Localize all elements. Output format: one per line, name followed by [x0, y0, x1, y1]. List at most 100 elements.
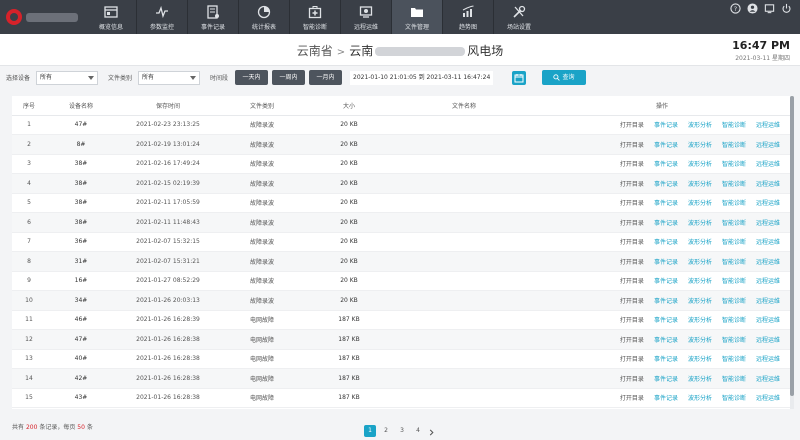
nav-item-tools[interactable]: 场站设置 — [494, 0, 544, 34]
row-action-3[interactable]: 智能诊断 — [722, 198, 746, 207]
row-action-1[interactable]: 事件记录 — [654, 237, 678, 246]
row-action-0[interactable]: 打开目录 — [620, 237, 644, 246]
row-action-1[interactable]: 事件记录 — [654, 257, 678, 266]
row-action-3[interactable]: 智能诊断 — [722, 179, 746, 188]
row-action-2[interactable]: 波形分析 — [688, 393, 712, 402]
nav-item-event-log[interactable]: 事件记录 — [188, 0, 238, 34]
table-row[interactable]: 8 31# 2021-02-07 15:31:21 故障录波 20 KB 打开目录 事件记录… — [12, 251, 790, 272]
nav-item-overview[interactable]: 概览信息 — [86, 0, 136, 34]
row-action-3[interactable]: 智能诊断 — [722, 296, 746, 305]
table-row[interactable]: 12 47# 2021-01-26 16:28:38 电网故障 187 KB 打开目录 事件… — [12, 329, 790, 350]
table-row[interactable]: 6 38# 2021-02-11 11:48:43 故障录波 20 KB 打开目录 事件记录… — [12, 212, 790, 233]
row-action-2[interactable]: 波形分析 — [688, 179, 712, 188]
row-action-1[interactable]: 事件记录 — [654, 159, 678, 168]
table-row[interactable]: 1 47# 2021-02-23 23:13:25 故障录波 20 KB 打开目录 事件记录… — [12, 115, 790, 135]
row-action-1[interactable]: 事件记录 — [654, 393, 678, 402]
row-action-0[interactable]: 打开目录 — [620, 296, 644, 305]
row-action-0[interactable]: 打开目录 — [620, 218, 644, 227]
row-action-4[interactable]: 远程运维 — [756, 120, 780, 129]
row-action-1[interactable]: 事件记录 — [654, 218, 678, 227]
row-action-4[interactable]: 远程运维 — [756, 257, 780, 266]
row-action-0[interactable]: 打开目录 — [620, 179, 644, 188]
row-action-2[interactable]: 波形分析 — [688, 296, 712, 305]
user-icon[interactable] — [747, 3, 758, 14]
row-action-2[interactable]: 波形分析 — [688, 276, 712, 285]
nav-item-folder[interactable]: 文件管理 — [392, 0, 442, 34]
table-row[interactable]: 5 38# 2021-02-11 17:05:59 故障录波 20 KB 打开目录 事件记录… — [12, 193, 790, 213]
row-action-1[interactable]: 事件记录 — [654, 179, 678, 188]
row-action-4[interactable]: 远程运维 — [756, 374, 780, 383]
row-action-2[interactable]: 波形分析 — [688, 374, 712, 383]
row-action-0[interactable]: 打开目录 — [620, 315, 644, 324]
date-range-input[interactable]: 2021-01-10 21:01:05 到 2021-03-11 16:47:2… — [350, 71, 494, 85]
page-button-4[interactable]: 4 — [412, 425, 424, 437]
row-action-2[interactable]: 波形分析 — [688, 335, 712, 344]
one-month-button[interactable]: 一月内 — [309, 70, 342, 85]
row-action-4[interactable]: 远程运维 — [756, 393, 780, 402]
nav-item-trend-chart[interactable]: 趋势图 — [443, 0, 493, 34]
device-select[interactable]: 所有 — [36, 71, 98, 85]
province-name[interactable]: 云南省 — [297, 44, 333, 58]
table-row[interactable]: 3 38# 2021-02-16 17:49:24 故障录波 20 KB 打开目录 事件记录… — [12, 154, 790, 174]
table-row[interactable]: 10 34# 2021-01-26 20:03:13 故障录波 20 KB 打开目录 事件记… — [12, 290, 790, 311]
row-action-2[interactable]: 波形分析 — [688, 237, 712, 246]
page-button-1[interactable]: 1 — [364, 424, 376, 437]
table-row[interactable]: 7 36# 2021-02-07 15:32:15 故障录波 20 KB 打开目录 事件记录… — [12, 232, 790, 252]
scrollbar-track[interactable] — [790, 96, 794, 409]
row-action-4[interactable]: 远程运维 — [756, 354, 780, 363]
row-action-1[interactable]: 事件记录 — [654, 374, 678, 383]
row-action-3[interactable]: 智能诊断 — [722, 335, 746, 344]
table-row[interactable]: 4 38# 2021-02-15 02:19:39 故障录波 20 KB 打开目录 事件记录… — [12, 173, 790, 194]
row-action-0[interactable]: 打开目录 — [620, 159, 644, 168]
file-type-select[interactable]: 所有 — [138, 71, 200, 85]
row-action-4[interactable]: 远程运维 — [756, 159, 780, 168]
row-action-3[interactable]: 智能诊断 — [722, 218, 746, 227]
row-action-4[interactable]: 远程运维 — [756, 198, 780, 207]
row-action-4[interactable]: 远程运维 — [756, 237, 780, 246]
row-action-3[interactable]: 智能诊断 — [722, 120, 746, 129]
page-button-3[interactable]: 3 — [396, 425, 408, 437]
nav-item-remote-ops[interactable]: 远程运维 — [341, 0, 391, 34]
row-action-4[interactable]: 远程运维 — [756, 296, 780, 305]
table-row[interactable]: 9 16# 2021-01-27 08:52:29 故障录波 20 KB 打开目录 事件记录… — [12, 271, 790, 291]
next-page-button[interactable] — [428, 421, 435, 440]
row-action-0[interactable]: 打开目录 — [620, 198, 644, 207]
one-day-button[interactable]: 一天内 — [235, 70, 268, 85]
row-action-2[interactable]: 波形分析 — [688, 120, 712, 129]
row-action-0[interactable]: 打开目录 — [620, 335, 644, 344]
search-button[interactable]: 查询 — [542, 70, 586, 85]
row-action-1[interactable]: 事件记录 — [654, 140, 678, 149]
row-action-4[interactable]: 远程运维 — [756, 315, 780, 324]
nav-item-monitor[interactable]: 参数监控 — [137, 0, 187, 34]
scrollbar-thumb[interactable] — [790, 96, 794, 396]
table-row[interactable]: 2 8# 2021-02-19 13:01:24 故障录波 20 KB 打开目录 事件记录 波… — [12, 134, 790, 155]
row-action-3[interactable]: 智能诊断 — [722, 315, 746, 324]
row-action-3[interactable]: 智能诊断 — [722, 276, 746, 285]
row-action-3[interactable]: 智能诊断 — [722, 237, 746, 246]
nav-item-medical-kit[interactable]: 智能诊断 — [290, 0, 340, 34]
row-action-3[interactable]: 智能诊断 — [722, 393, 746, 402]
table-row[interactable]: 14 42# 2021-01-26 16:28:38 电网故障 187 KB 打开目录 事件… — [12, 368, 790, 389]
row-action-2[interactable]: 波形分析 — [688, 159, 712, 168]
table-row[interactable]: 13 40# 2021-01-26 16:28:38 电网故障 187 KB 打开目录 事件… — [12, 349, 790, 369]
row-action-4[interactable]: 远程运维 — [756, 179, 780, 188]
calendar-button[interactable] — [512, 71, 526, 85]
row-action-2[interactable]: 波形分析 — [688, 315, 712, 324]
row-action-0[interactable]: 打开目录 — [620, 140, 644, 149]
row-action-2[interactable]: 波形分析 — [688, 198, 712, 207]
one-week-button[interactable]: 一周内 — [272, 70, 305, 85]
row-action-3[interactable]: 智能诊断 — [722, 257, 746, 266]
row-action-3[interactable]: 智能诊断 — [722, 140, 746, 149]
row-action-2[interactable]: 波形分析 — [688, 218, 712, 227]
row-action-4[interactable]: 远程运维 — [756, 276, 780, 285]
row-action-1[interactable]: 事件记录 — [654, 296, 678, 305]
table-row[interactable]: 11 46# 2021-01-26 16:28:39 电网故障 187 KB 打开目录 事件… — [12, 310, 790, 330]
row-action-3[interactable]: 智能诊断 — [722, 159, 746, 168]
row-action-0[interactable]: 打开目录 — [620, 374, 644, 383]
row-action-0[interactable]: 打开目录 — [620, 354, 644, 363]
row-action-2[interactable]: 波形分析 — [688, 140, 712, 149]
row-action-2[interactable]: 波形分析 — [688, 354, 712, 363]
row-action-1[interactable]: 事件记录 — [654, 354, 678, 363]
table-row[interactable]: 15 43# 2021-01-26 16:28:38 电网故障 187 KB 打开目录 事件… — [12, 388, 790, 408]
row-action-0[interactable]: 打开目录 — [620, 276, 644, 285]
